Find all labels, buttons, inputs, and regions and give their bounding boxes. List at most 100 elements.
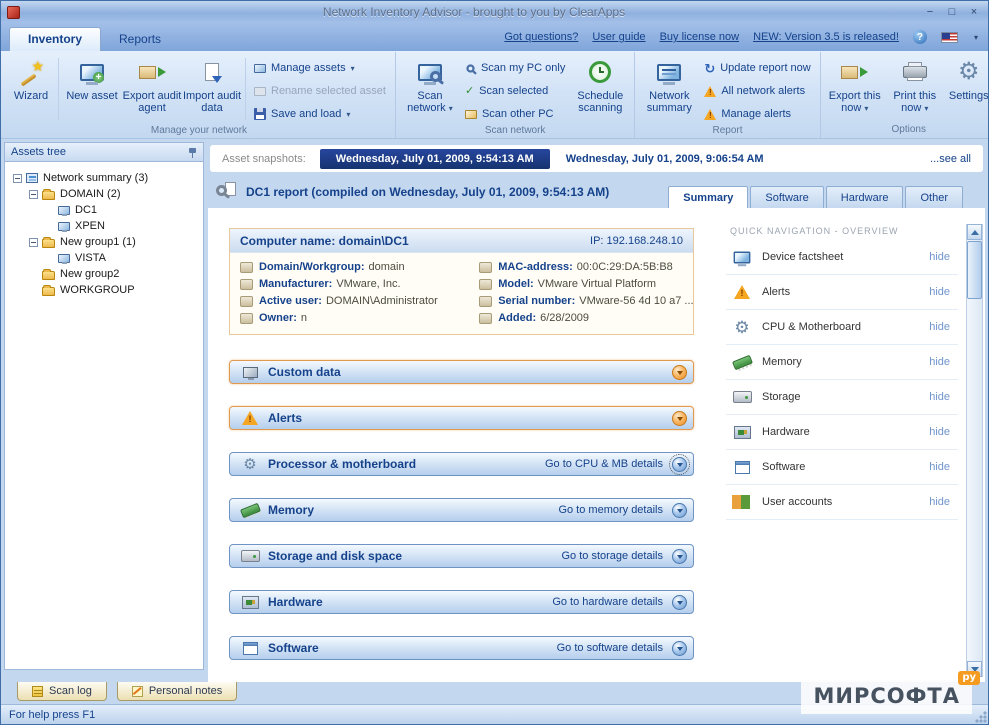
expander-icon[interactable] [29, 238, 38, 247]
hide-link[interactable]: hide [929, 356, 950, 368]
tab-other[interactable]: Other [905, 186, 963, 208]
tab-hardware[interactable]: Hardware [826, 186, 904, 208]
quick-nav-user-accounts[interactable]: User accounts hide [726, 485, 958, 520]
hide-link[interactable]: hide [929, 461, 950, 473]
tab-reports[interactable]: Reports [101, 28, 179, 51]
tab-inventory[interactable]: Inventory [9, 27, 101, 51]
scan-selected-button[interactable]: ✓ Scan selected [460, 81, 570, 101]
import-audit-data-button[interactable]: Import audit data [182, 54, 242, 124]
all-network-alerts-button[interactable]: ! All network alerts [699, 81, 815, 101]
tree-item-new-group1[interactable]: New group1 (1) [9, 234, 199, 250]
section-processor-motherboard[interactable]: ⚙ Processor & motherboard Go to CPU & MB… [229, 452, 694, 476]
pin-icon[interactable] [188, 148, 197, 157]
minimize-button[interactable]: − [922, 5, 938, 20]
scroll-up-button[interactable] [967, 224, 982, 240]
scan-log-tab[interactable]: Scan log [17, 682, 107, 701]
print-this-now-button[interactable]: Print this now ▾ [885, 54, 945, 123]
expander-icon[interactable] [29, 190, 38, 199]
see-all-link[interactable]: ...see all [930, 153, 971, 165]
tree-item-new-group2[interactable]: New group2 [9, 266, 199, 282]
got-questions-link[interactable]: Got questions? [504, 31, 578, 43]
quick-nav-title: QUICK NAVIGATION - OVERVIEW [730, 226, 958, 236]
language-flag-icon[interactable] [941, 32, 958, 43]
close-button[interactable]: × [966, 5, 982, 20]
section-software[interactable]: Software Go to software details [229, 636, 694, 660]
save-and-load-button[interactable]: Save and load ▾ [249, 104, 391, 124]
schedule-scanning-button[interactable]: Schedule scanning [570, 54, 630, 124]
hide-link[interactable]: hide [929, 286, 950, 298]
hide-link[interactable]: hide [929, 391, 950, 403]
snapshots-label: Asset snapshots: [222, 153, 306, 165]
tree-item-dc1[interactable]: DC1 [9, 202, 199, 218]
app-icon [7, 6, 20, 19]
scan-other-pc-icon [465, 110, 477, 119]
tree-item-network-summary[interactable]: Network summary (3) [9, 170, 199, 186]
tab-software[interactable]: Software [750, 186, 823, 208]
tree-item-vista[interactable]: VISTA [9, 250, 199, 266]
hide-link[interactable]: hide [929, 426, 950, 438]
collapse-chevron-icon[interactable] [672, 641, 687, 656]
scrollbar-thumb[interactable] [967, 241, 982, 299]
quick-nav-cpu-motherboard[interactable]: ⚙ CPU & Motherboard hide [726, 310, 958, 345]
language-dropdown-icon[interactable]: ▾ [974, 33, 978, 42]
tree-item-domain[interactable]: DOMAIN (2) [9, 186, 199, 202]
collapse-chevron-icon[interactable] [672, 411, 687, 426]
vertical-scrollbar[interactable] [966, 224, 983, 677]
report-magnifier-icon [216, 182, 238, 202]
owner-icon [240, 313, 253, 324]
tree-item-workgroup[interactable]: WORKGROUP [9, 282, 199, 298]
user-guide-link[interactable]: User guide [592, 31, 645, 43]
quick-nav-device-factsheet[interactable]: Device factsheet hide [726, 240, 958, 275]
go-to-cpu-details-link[interactable]: Go to CPU & MB details [545, 458, 663, 470]
hide-link[interactable]: hide [929, 251, 950, 263]
personal-notes-tab[interactable]: Personal notes [117, 682, 237, 701]
quick-nav-memory[interactable]: Memory hide [726, 345, 958, 380]
export-this-now-button[interactable]: Export this now ▾ [825, 54, 885, 123]
network-summary-button[interactable]: Network summary [639, 54, 699, 124]
dropdown-arrow-icon: ▾ [351, 64, 355, 73]
help-icon[interactable]: ? [913, 30, 927, 44]
hide-link[interactable]: hide [929, 321, 950, 333]
collapse-chevron-icon[interactable] [672, 503, 687, 518]
update-report-now-button[interactable]: ↻ Update report now [699, 58, 815, 78]
manage-alerts-button[interactable]: ! Manage alerts [699, 104, 815, 124]
scan-my-pc-only-button[interactable]: Scan my PC only [460, 58, 570, 78]
collapse-chevron-icon[interactable] [672, 549, 687, 564]
collapse-chevron-icon[interactable] [672, 457, 687, 472]
quick-nav-software[interactable]: Software hide [726, 450, 958, 485]
section-memory[interactable]: Memory Go to memory details [229, 498, 694, 522]
go-to-hardware-details-link[interactable]: Go to hardware details [552, 596, 663, 608]
scan-log-icon [32, 686, 43, 697]
quick-nav-hardware[interactable]: Hardware hide [726, 415, 958, 450]
tree-item-xpen[interactable]: XPEN [9, 218, 199, 234]
scan-other-pc-button[interactable]: Scan other PC [460, 104, 570, 124]
export-audit-agent-button[interactable]: Export audit agent [122, 54, 182, 124]
new-asset-button[interactable]: + New asset [62, 54, 122, 124]
collapse-chevron-icon[interactable] [672, 365, 687, 380]
app-window: Network Inventory Advisor - brought to y… [0, 0, 989, 725]
collapse-chevron-icon[interactable] [672, 595, 687, 610]
expander-icon[interactable] [13, 174, 22, 183]
section-storage[interactable]: Storage and disk space Go to storage det… [229, 544, 694, 568]
storage-icon [241, 550, 260, 562]
hide-link[interactable]: hide [929, 496, 950, 508]
rename-selected-asset-button[interactable]: Rename selected asset [249, 81, 391, 101]
settings-button[interactable]: ⚙ Settings [945, 54, 989, 123]
go-to-memory-details-link[interactable]: Go to memory details [558, 504, 663, 516]
go-to-storage-details-link[interactable]: Go to storage details [561, 550, 663, 562]
snapshot-selected-button[interactable]: Wednesday, July 01, 2009, 9:54:13 AM [320, 149, 550, 169]
buy-license-link[interactable]: Buy license now [660, 31, 740, 43]
snapshot-other-button[interactable]: Wednesday, July 01, 2009, 9:06:54 AM [566, 153, 930, 165]
section-custom-data[interactable]: Custom data [229, 360, 694, 384]
manage-assets-button[interactable]: Manage assets ▾ [249, 58, 391, 78]
tab-summary[interactable]: Summary [668, 186, 748, 208]
scan-network-button[interactable]: Scan network ▾ [400, 54, 460, 124]
section-alerts[interactable]: ! Alerts [229, 406, 694, 430]
new-version-link[interactable]: NEW: Version 3.5 is released! [753, 31, 899, 43]
quick-nav-alerts[interactable]: ! Alerts hide [726, 275, 958, 310]
section-hardware[interactable]: Hardware Go to hardware details [229, 590, 694, 614]
go-to-software-details-link[interactable]: Go to software details [557, 642, 663, 654]
wizard-button[interactable]: ★ Wizard [7, 54, 55, 124]
maximize-button[interactable]: □ [944, 5, 960, 20]
quick-nav-storage[interactable]: Storage hide [726, 380, 958, 415]
